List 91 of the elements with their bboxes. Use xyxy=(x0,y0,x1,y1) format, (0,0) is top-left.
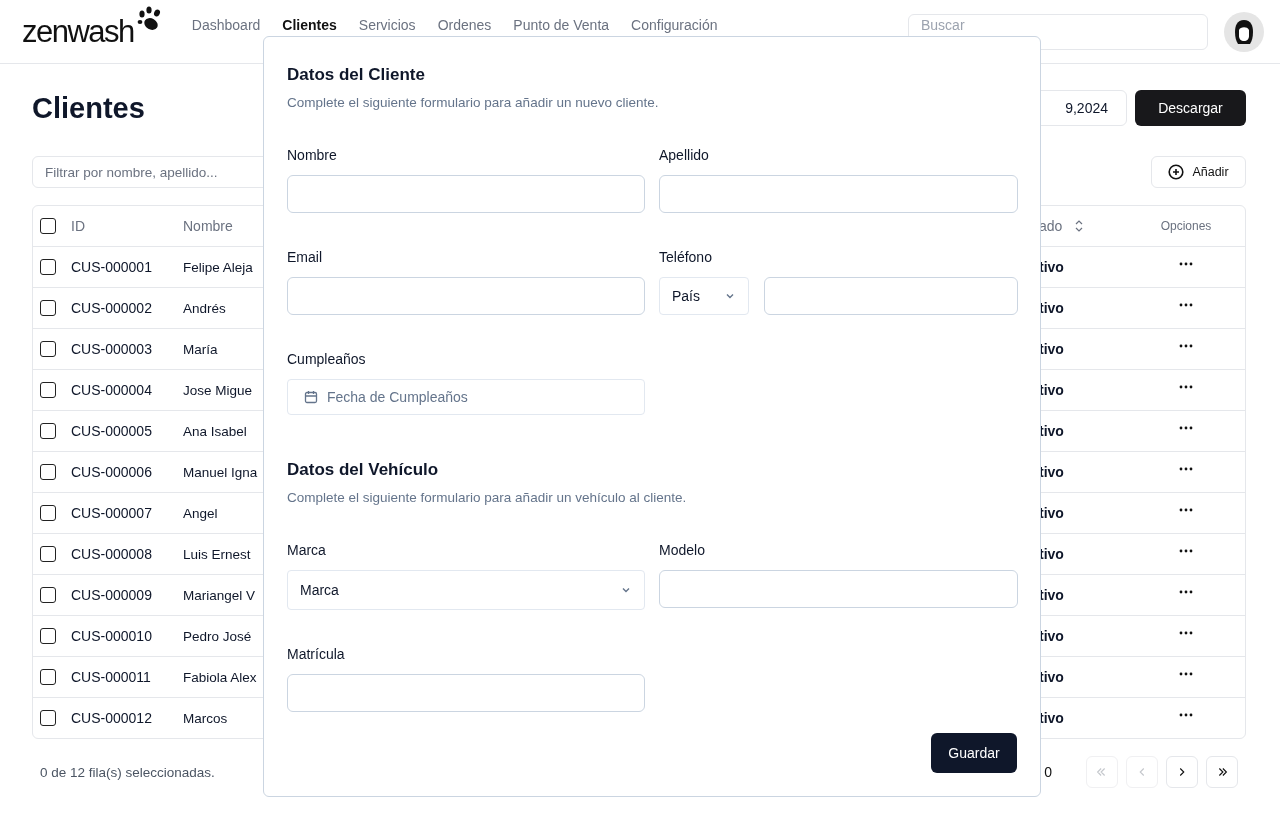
more-icon[interactable] xyxy=(1179,631,1193,635)
page-label: 0 xyxy=(1044,764,1052,780)
field-label: Modelo xyxy=(659,542,706,558)
text-field[interactable] xyxy=(287,175,645,213)
table-cell: CUS-000002 xyxy=(71,300,152,316)
more-icon[interactable] xyxy=(1179,549,1193,553)
table-cell: Angel xyxy=(183,505,218,521)
row-checkbox[interactable] xyxy=(40,587,56,603)
section-title: Datos del Cliente xyxy=(287,64,426,86)
table-cell: CUS-000004 xyxy=(71,382,152,398)
table-cell: CUS-000009 xyxy=(71,587,152,603)
nav-link[interactable]: Configuración xyxy=(631,16,718,33)
text-field[interactable] xyxy=(659,570,1018,608)
nav-link[interactable]: Dashboard xyxy=(191,16,261,33)
table-cell: Andrés xyxy=(183,300,226,316)
field-label: Email xyxy=(287,249,323,265)
section-description: Complete el siguiente formulario para añadir un nuevo cliente. xyxy=(287,95,660,110)
selection-count: 0 de 12 fila(s) seleccionadas. xyxy=(40,764,215,780)
paw-icon xyxy=(135,6,162,32)
more-icon[interactable] xyxy=(1179,467,1193,471)
select-all-checkbox[interactable] xyxy=(40,218,56,234)
brand-select[interactable]: Marca xyxy=(287,570,645,610)
table-cell: CUS-000008 xyxy=(71,546,152,562)
add-button[interactable]: Añadir xyxy=(1151,156,1246,188)
row-checkbox[interactable] xyxy=(40,505,56,521)
pagination-button[interactable] xyxy=(1206,756,1238,788)
row-checkbox[interactable] xyxy=(40,382,56,398)
table-cell: Ana Isabel xyxy=(183,423,247,439)
date-picker[interactable]: Fecha de Cumpleaños xyxy=(287,379,645,415)
more-icon[interactable] xyxy=(1179,508,1193,512)
plus-icon xyxy=(1168,164,1185,180)
row-checkbox[interactable] xyxy=(40,710,56,726)
row-checkbox[interactable] xyxy=(40,423,56,439)
nav-link[interactable]: Punto de Venta xyxy=(513,16,610,33)
text-field[interactable] xyxy=(287,674,645,712)
more-icon[interactable] xyxy=(1179,590,1193,594)
row-checkbox[interactable] xyxy=(40,669,56,685)
table-cell: Marcos xyxy=(183,710,228,726)
table-cell: Felipe Aleja xyxy=(183,259,253,275)
table-cell: CUS-000011 xyxy=(71,669,151,685)
row-checkbox[interactable] xyxy=(40,628,56,644)
table-cell: CUS-000012 xyxy=(71,710,152,726)
section-title: Datos del Vehículo xyxy=(287,459,440,481)
table-cell: Mariangel V xyxy=(183,587,256,603)
calendar-icon xyxy=(304,390,318,404)
nav-link[interactable]: Servicios xyxy=(358,16,416,33)
table-cell: Jose Migue xyxy=(183,382,253,398)
table-cell: CUS-000007 xyxy=(71,505,152,521)
field-label: Apellido xyxy=(659,147,710,163)
column-header: Opciones xyxy=(1160,219,1212,233)
table-cell: Luis Ernest xyxy=(183,546,251,562)
text-field[interactable] xyxy=(287,277,645,315)
more-icon[interactable] xyxy=(1179,303,1193,307)
more-icon[interactable] xyxy=(1179,344,1193,348)
field-label: Cumpleaños xyxy=(287,351,367,367)
field-label: Marca xyxy=(287,542,327,558)
table-cell: CUS-000006 xyxy=(71,464,152,480)
table-cell: CUS-000010 xyxy=(71,628,152,644)
page-title: Clientes xyxy=(32,91,145,125)
table-cell: CUS-000001 xyxy=(71,259,152,275)
avatar-icon[interactable] xyxy=(1224,11,1264,52)
row-checkbox[interactable] xyxy=(40,341,56,357)
row-checkbox[interactable] xyxy=(40,259,56,275)
field-label: Nombre xyxy=(287,147,338,163)
more-icon[interactable] xyxy=(1179,672,1193,676)
section-description: Complete el siguiente formulario para añadir un vehículo al cliente. xyxy=(287,490,688,505)
text-field[interactable] xyxy=(659,175,1018,213)
row-checkbox[interactable] xyxy=(40,300,56,316)
logo-text: zenwash xyxy=(22,16,134,47)
nav-link[interactable]: Clientes xyxy=(282,16,337,33)
row-checkbox[interactable] xyxy=(40,546,56,562)
row-checkbox[interactable] xyxy=(40,464,56,480)
table-cell: Fabiola Alex xyxy=(183,669,257,685)
more-icon[interactable] xyxy=(1179,262,1193,266)
table-cell: CUS-000003 xyxy=(71,341,152,357)
phone-field[interactable] xyxy=(764,277,1018,315)
field-label: Teléfono xyxy=(659,249,713,265)
save-button[interactable]: Guardar xyxy=(931,733,1017,773)
table-cell: CUS-000005 xyxy=(71,423,152,439)
table-cell: Pedro José xyxy=(183,628,252,644)
table-cell: Manuel Igna xyxy=(183,464,258,480)
country-select[interactable]: País xyxy=(659,277,749,315)
table-cell: María xyxy=(183,341,218,357)
more-icon[interactable] xyxy=(1179,426,1193,430)
download-button[interactable]: Descargar xyxy=(1135,90,1246,126)
nav-link[interactable]: Ordenes xyxy=(437,16,492,33)
field-label: Matrícula xyxy=(287,646,346,662)
column-header: ID xyxy=(71,218,85,234)
column-header: Nombre xyxy=(183,218,233,234)
more-icon[interactable] xyxy=(1179,385,1193,389)
more-icon[interactable] xyxy=(1179,713,1193,717)
